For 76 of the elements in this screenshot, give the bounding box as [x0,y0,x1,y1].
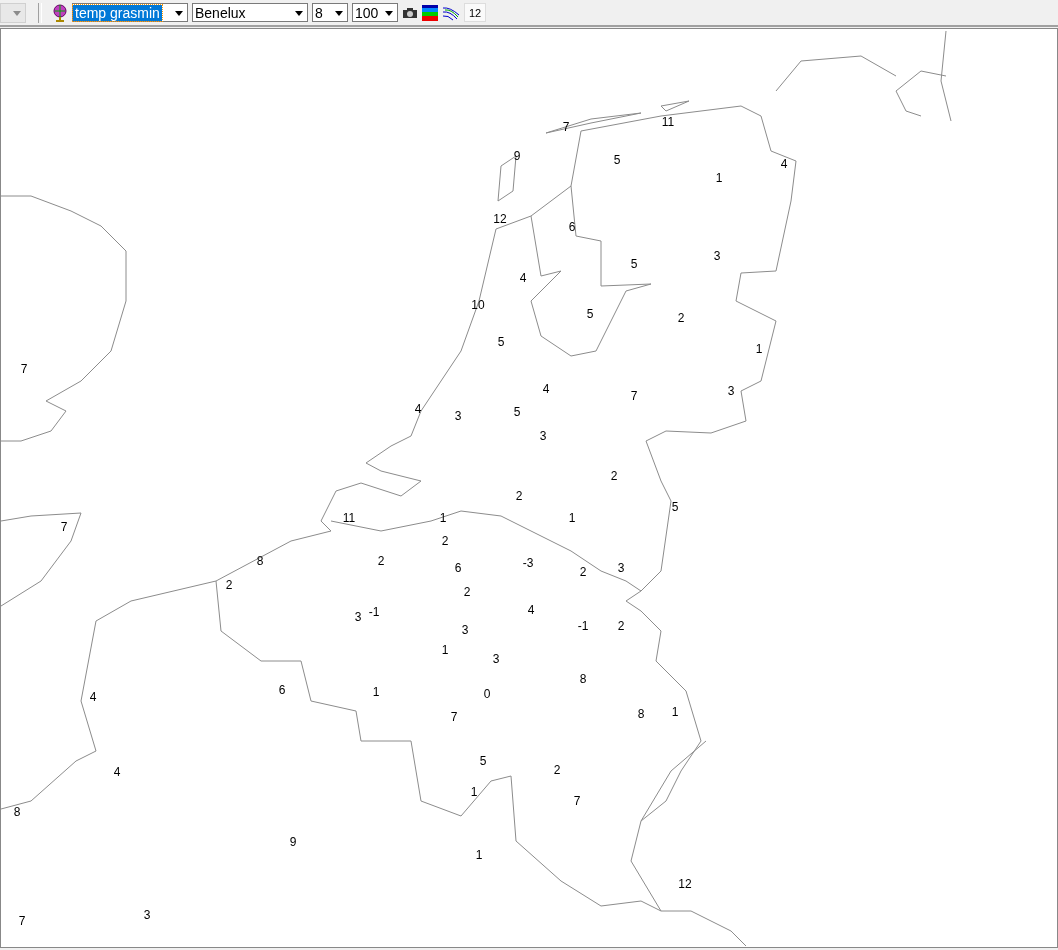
station-value: 4 [519,271,527,285]
station-value: 10 [471,298,485,312]
station-value: 2 [553,763,561,777]
station-value: 12 [678,877,692,891]
station-value: 8 [256,554,264,568]
station-value: 5 [513,405,521,419]
station-value: 4 [780,157,788,171]
station-value: 1 [568,511,576,525]
station-value: 0 [483,687,491,701]
globe-icon[interactable] [52,3,68,22]
station-value: 2 [377,554,385,568]
station-value: 1 [671,705,679,719]
station-value: 7 [573,794,581,808]
station-value: 5 [497,335,505,349]
station-value: 8 [13,805,21,819]
count-button[interactable]: 12 [464,3,487,22]
parameter-dropdown[interactable]: temp grasmin [72,3,188,22]
region-dropdown[interactable]: Benelux [192,3,308,22]
station-value: 2 [225,578,233,592]
station-value: 2 [441,534,449,548]
station-value: 3 [354,610,362,624]
station-value: 1 [470,785,478,799]
station-value: 12 [493,212,507,226]
station-value: 2 [617,619,625,633]
level-dropdown[interactable]: 8 [312,3,348,22]
station-value: 7 [562,120,570,134]
station-value: -1 [577,619,589,633]
station-value: -3 [522,556,534,570]
station-value: 5 [479,754,487,768]
station-value: 6 [454,561,462,575]
contour-lines-icon[interactable] [442,4,460,21]
station-value: 9 [513,149,521,163]
station-value: 4 [414,402,422,416]
station-value: 6 [568,220,576,234]
station-value: 11 [661,115,675,129]
station-value: 3 [492,652,500,666]
station-value: 2 [610,469,618,483]
station-value: 2 [515,489,523,503]
station-value: 8 [637,707,645,721]
station-value: 4 [89,690,97,704]
color-map-icon[interactable] [422,4,438,21]
station-value: 2 [463,585,471,599]
station-value: 3 [143,908,151,922]
station-value: 3 [727,384,735,398]
station-value: 1 [439,511,447,525]
station-value: 9 [289,835,297,849]
station-value: 2 [579,565,587,579]
station-value: 7 [630,389,638,403]
station-value: 4 [113,765,121,779]
station-value: 1 [441,643,449,657]
station-value: 7 [20,362,28,376]
station-value: 8 [579,672,587,686]
station-value: 1 [715,171,723,185]
station-value: 5 [613,153,621,167]
station-value: 4 [542,382,550,396]
station-value: 5 [586,307,594,321]
station-value: 3 [461,623,469,637]
station-value: 7 [450,710,458,724]
station-value: 3 [713,249,721,263]
station-value: 7 [18,914,26,928]
station-value: 1 [372,685,380,699]
station-value: 2 [677,311,685,325]
camera-icon[interactable] [402,6,418,19]
station-value: 1 [755,342,763,356]
station-value: 7 [60,520,68,534]
zoom-dropdown[interactable]: 100 [352,3,398,22]
station-value: 1 [475,848,483,862]
station-value: 5 [671,500,679,514]
station-value: 3 [454,409,462,423]
station-value: 6 [278,683,286,697]
station-value: 3 [617,561,625,575]
station-value: -1 [368,605,380,619]
station-value: 11 [342,511,356,525]
station-value: 4 [527,603,535,617]
station-value: 3 [539,429,547,443]
station-value: 5 [630,257,638,271]
